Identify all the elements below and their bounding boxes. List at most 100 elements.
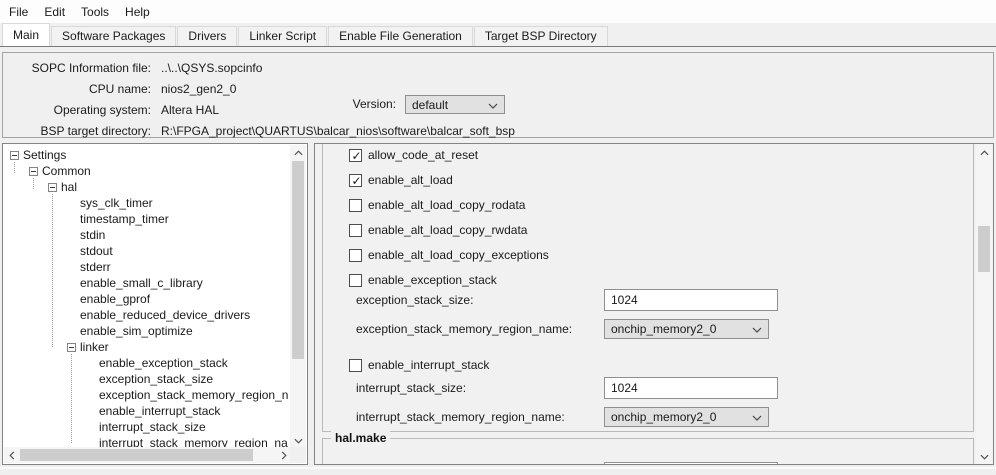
tree-item-label: enable_small_c_library bbox=[80, 276, 203, 290]
tab-pane-border bbox=[0, 46, 996, 47]
bsp-dir-value: R:\FPGA_project\QUARTUS\balcar_nios\soft… bbox=[161, 121, 515, 142]
tree-item-settings[interactable]: Settings bbox=[4, 147, 291, 163]
checkbox-label: enable_alt_load_copy_rwdata bbox=[368, 223, 527, 237]
enable-alt-load-copy-rodata-checkbox[interactable] bbox=[349, 199, 362, 212]
tree-item-label: hal bbox=[61, 180, 77, 194]
tab-target-bsp-directory[interactable]: Target BSP Directory bbox=[474, 26, 608, 46]
tree-hscroll-thumb[interactable] bbox=[20, 449, 253, 461]
tree-item-label: stdin bbox=[80, 228, 105, 242]
menu-edit[interactable]: Edit bbox=[36, 2, 73, 22]
tree-item-stderr[interactable]: stderr bbox=[4, 259, 291, 275]
version-dropdown[interactable]: default bbox=[405, 95, 505, 114]
menu-help[interactable]: Help bbox=[117, 2, 158, 22]
chevron-down-icon bbox=[752, 322, 762, 336]
bottom-strip bbox=[0, 467, 996, 475]
bsp-info-panel: SOPC Information file: ..\..\QSYS.sopcin… bbox=[2, 52, 994, 138]
checkbox-label: enable_alt_load bbox=[368, 173, 453, 187]
partial-text-input[interactable] bbox=[604, 462, 778, 465]
tree-item-sys-clk-timer[interactable]: sys_clk_timer bbox=[4, 195, 291, 211]
bsp-dir-label: BSP target directory: bbox=[3, 121, 151, 142]
tree-guide bbox=[52, 194, 53, 347]
tab-main[interactable]: Main bbox=[2, 23, 50, 46]
tab-enable-file-generation[interactable]: Enable File Generation bbox=[328, 26, 473, 46]
enable-interrupt-stack-checkbox[interactable] bbox=[349, 359, 362, 372]
scroll-up-icon[interactable] bbox=[976, 145, 992, 161]
tab-software-packages[interactable]: Software Packages bbox=[51, 26, 176, 46]
tree-item-stdout[interactable]: stdout bbox=[4, 243, 291, 259]
sopc-file-value: ..\..\QSYS.sopcinfo bbox=[161, 58, 262, 79]
tree-item-label: enable_reduced_device_drivers bbox=[80, 308, 250, 322]
tree-item-enable-sim-optimize[interactable]: enable_sim_optimize bbox=[4, 323, 291, 339]
tree-item-interrupt-stack-size[interactable]: interrupt_stack_size bbox=[4, 419, 291, 435]
tree-item-hal[interactable]: hal bbox=[4, 179, 291, 195]
menu-file[interactable]: File bbox=[1, 2, 36, 22]
enable-exception-stack-checkbox[interactable] bbox=[349, 274, 362, 287]
checkbox-row-enable-alt-load-copy-rodata: enable_alt_load_copy_rodata bbox=[349, 197, 525, 213]
checkbox-row-allow-code-at-reset: allow_code_at_reset bbox=[349, 147, 478, 163]
collapse-icon[interactable] bbox=[29, 167, 38, 176]
scroll-up-icon[interactable] bbox=[290, 145, 306, 161]
interrupt-stack-size-input[interactable] bbox=[604, 377, 778, 399]
tree-item-exception-stack-memory-region[interactable]: exception_stack_memory_region_n bbox=[4, 387, 291, 403]
exception-stack-memory-region-dropdown[interactable]: onchip_memory2_0 bbox=[604, 319, 769, 339]
tree-item-label: enable_sim_optimize bbox=[80, 324, 193, 338]
enable-alt-load-checkbox[interactable] bbox=[349, 174, 362, 187]
os-value: Altera HAL bbox=[161, 100, 219, 121]
collapse-icon[interactable] bbox=[48, 183, 57, 192]
tree-item-enable-gprof[interactable]: enable_gprof bbox=[4, 291, 291, 307]
tree-item-enable-interrupt-stack[interactable]: enable_interrupt_stack bbox=[4, 403, 291, 419]
tree-item-label: enable_exception_stack bbox=[99, 356, 228, 370]
checkbox-label: enable_interrupt_stack bbox=[368, 358, 489, 372]
tree-item-enable-exception-stack[interactable]: enable_exception_stack bbox=[4, 355, 291, 371]
tree-vertical-scrollbar[interactable] bbox=[290, 145, 306, 449]
checkbox-row-enable-alt-load-copy-exceptions: enable_alt_load_copy_exceptions bbox=[349, 247, 549, 263]
tab-drivers[interactable]: Drivers bbox=[177, 26, 237, 46]
tree-item-timestamp-timer[interactable]: timestamp_timer bbox=[4, 211, 291, 227]
tab-linker-script[interactable]: Linker Script bbox=[238, 26, 327, 46]
tree-item-label: enable_gprof bbox=[80, 292, 150, 306]
tree-item-label: Settings bbox=[23, 148, 66, 162]
tree-item-stdin[interactable]: stdin bbox=[4, 227, 291, 243]
tree-item-label: timestamp_timer bbox=[80, 212, 169, 226]
enable-alt-load-copy-rwdata-checkbox[interactable] bbox=[349, 224, 362, 237]
checkbox-label: allow_code_at_reset bbox=[368, 148, 478, 162]
checkbox-label: enable_alt_load_copy_rodata bbox=[368, 198, 525, 212]
cpu-name-value: nios2_gen2_0 bbox=[161, 79, 236, 100]
tree-item-label: Common bbox=[42, 164, 91, 178]
checkbox-label: enable_exception_stack bbox=[368, 273, 497, 287]
tree-item-enable-reduced-device-drivers[interactable]: enable_reduced_device_drivers bbox=[4, 307, 291, 323]
tree-item-enable-small-c-library[interactable]: enable_small_c_library bbox=[4, 275, 291, 291]
exception-stack-size-label: exception_stack_size: bbox=[356, 293, 473, 307]
tree-vscroll-thumb[interactable] bbox=[292, 161, 304, 359]
chevron-down-icon bbox=[488, 98, 498, 112]
settings-tree-panel: Settings Common hal sys_clk_timer timest… bbox=[2, 143, 308, 465]
settings-vscroll-thumb[interactable] bbox=[978, 226, 990, 272]
exception-stack-size-input[interactable] bbox=[604, 289, 778, 311]
enable-alt-load-copy-exceptions-checkbox[interactable] bbox=[349, 249, 362, 262]
tree-item-label: exception_stack_memory_region_n bbox=[99, 388, 288, 402]
checkbox-row-enable-interrupt-stack: enable_interrupt_stack bbox=[349, 357, 489, 373]
tree-item-label: stdout bbox=[80, 244, 113, 258]
checkbox-row-enable-exception-stack: enable_exception_stack bbox=[349, 272, 497, 288]
interrupt-stack-memory-region-dropdown[interactable]: onchip_memory2_0 bbox=[604, 407, 769, 427]
checkbox-row-enable-alt-load-copy-rwdata: enable_alt_load_copy_rwdata bbox=[349, 222, 527, 238]
tree-item-label: interrupt_stack_size bbox=[99, 420, 206, 434]
tree-item-label: stderr bbox=[80, 260, 111, 274]
menu-tools[interactable]: Tools bbox=[73, 2, 117, 22]
collapse-icon[interactable] bbox=[10, 151, 19, 160]
info-row-bsp-dir: BSP target directory: R:\FPGA_project\QU… bbox=[3, 121, 993, 142]
scroll-down-icon[interactable] bbox=[976, 449, 992, 465]
tree-item-exception-stack-size[interactable]: exception_stack_size bbox=[4, 371, 291, 387]
scrollbar-corner bbox=[290, 447, 306, 463]
exception-stack-memory-region-label: exception_stack_memory_region_name: bbox=[356, 322, 572, 336]
scroll-left-icon[interactable] bbox=[4, 447, 20, 463]
collapse-icon[interactable] bbox=[67, 343, 76, 352]
allow-code-at-reset-checkbox[interactable] bbox=[349, 149, 362, 162]
hal-settings-panel: allow_code_at_reset enable_alt_load enab… bbox=[314, 143, 994, 465]
tree-horizontal-scrollbar[interactable] bbox=[4, 447, 292, 463]
tree-item-linker[interactable]: linker bbox=[4, 339, 291, 355]
settings-vertical-scrollbar[interactable] bbox=[976, 145, 992, 465]
tree-item-label: linker bbox=[80, 340, 109, 354]
tree-item-label: enable_interrupt_stack bbox=[99, 404, 220, 418]
tree-item-common[interactable]: Common bbox=[4, 163, 291, 179]
